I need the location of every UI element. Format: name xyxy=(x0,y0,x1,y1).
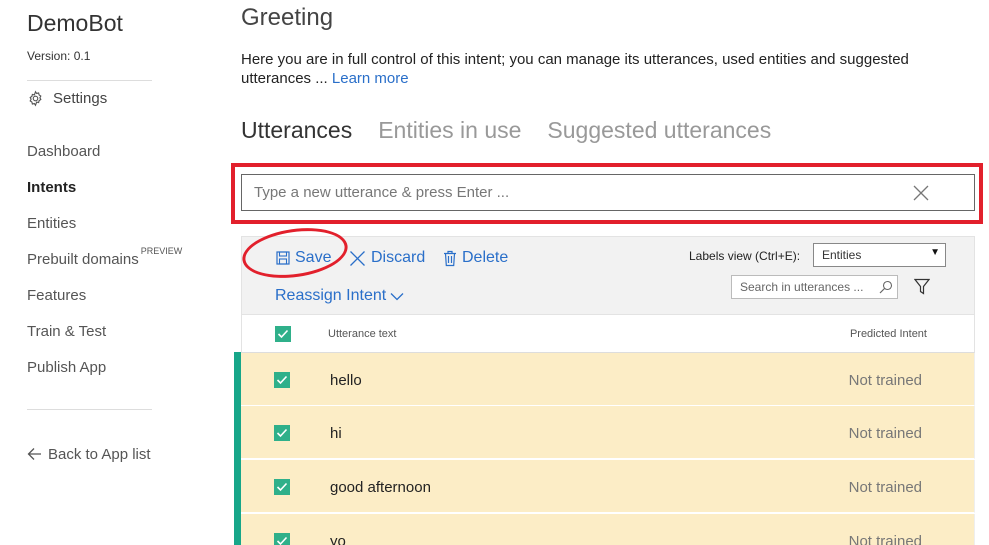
tab-suggested-utterances[interactable]: Suggested utterances xyxy=(547,117,771,144)
tab-entities-in-use[interactable]: Entities in use xyxy=(378,117,521,144)
row-checkbox[interactable] xyxy=(274,479,290,495)
intent-description: Here you are in full control of this int… xyxy=(241,50,941,88)
trash-icon xyxy=(444,250,456,266)
search-utterances-container xyxy=(731,275,898,299)
predicted-intent: Not trained xyxy=(848,372,922,389)
select-all-checkbox[interactable] xyxy=(275,326,291,342)
table-row[interactable]: hello Not trained xyxy=(241,353,975,406)
page-title: Greeting xyxy=(241,4,334,31)
utterance-input[interactable] xyxy=(242,175,902,210)
checkmark-icon xyxy=(277,329,289,339)
utterances-toolbar: Save Discard Delete Reassign Intent Labe… xyxy=(239,221,975,315)
nav-prebuilt-domains-label: Prebuilt domains xyxy=(27,251,139,268)
app-version: Version: 0.1 xyxy=(27,49,91,63)
save-icon xyxy=(276,251,290,265)
nav-publish-app[interactable]: Publish App xyxy=(27,359,106,376)
chevron-down-icon xyxy=(390,292,404,300)
table-row[interactable]: yo Not trained xyxy=(241,514,975,545)
gear-icon xyxy=(29,90,42,107)
row-checkbox[interactable] xyxy=(274,425,290,441)
discard-label: Discard xyxy=(371,249,426,266)
row-checkbox[interactable] xyxy=(274,372,290,388)
sidebar-divider xyxy=(27,80,152,81)
search-input[interactable] xyxy=(732,276,872,298)
settings-link[interactable]: Settings xyxy=(27,90,107,107)
search-icon[interactable] xyxy=(879,280,893,294)
save-button[interactable]: Save xyxy=(276,249,331,267)
preview-badge: PREVIEW xyxy=(140,246,183,256)
learn-more-link[interactable]: Learn more xyxy=(332,70,409,87)
utterance-text: yo xyxy=(330,533,346,545)
reassign-intent-button[interactable]: Reassign Intent xyxy=(275,287,404,305)
table-header: Utterance text Predicted Intent xyxy=(241,315,975,353)
predicted-intent: Not trained xyxy=(848,425,922,442)
nav-dashboard[interactable]: Dashboard xyxy=(27,143,100,160)
nav-train-test[interactable]: Train & Test xyxy=(27,323,106,340)
checkmark-icon xyxy=(276,375,288,385)
table-row[interactable]: good afternoon Not trained xyxy=(241,460,975,513)
sidebar: DemoBot Version: 0.1 Settings Dashboard … xyxy=(0,0,182,545)
settings-label: Settings xyxy=(53,90,108,107)
labels-view-select[interactable]: Entities ▼ xyxy=(813,243,946,267)
back-to-app-list-link[interactable]: Back to App list xyxy=(27,445,158,464)
app-title: DemoBot xyxy=(27,10,123,36)
tab-utterances[interactable]: Utterances xyxy=(241,117,352,144)
close-icon xyxy=(350,250,365,266)
discard-button[interactable]: Discard xyxy=(349,249,425,267)
column-header-utterance-text: Utterance text xyxy=(328,328,397,340)
utterance-text: hello xyxy=(330,372,362,389)
selection-accent-bar xyxy=(234,352,241,545)
utterance-input-container xyxy=(241,174,975,211)
nav-intents[interactable]: Intents xyxy=(27,179,76,196)
checkmark-icon xyxy=(276,536,288,545)
dropdown-arrow-icon: ▼ xyxy=(930,247,940,258)
column-header-predicted-intent: Predicted Intent xyxy=(849,328,927,340)
nav-entities[interactable]: Entities xyxy=(27,215,76,232)
predicted-intent: Not trained xyxy=(848,479,922,496)
table-row[interactable]: hi Not trained xyxy=(241,406,975,459)
intent-tabs: Utterances Entities in use Suggested utt… xyxy=(241,117,771,144)
row-checkbox[interactable] xyxy=(274,533,290,545)
delete-label: Delete xyxy=(462,249,509,266)
nav-prebuilt-domains[interactable]: Prebuilt domains PREVIEW xyxy=(27,246,182,268)
save-label: Save xyxy=(295,249,332,266)
utterance-text: good afternoon xyxy=(330,479,431,496)
predicted-intent: Not trained xyxy=(848,533,922,545)
checkmark-icon xyxy=(276,482,288,492)
labels-view-value: Entities xyxy=(822,248,862,262)
back-to-app-list-label: Back to App list xyxy=(48,446,151,463)
delete-button[interactable]: Delete xyxy=(443,249,508,267)
close-icon[interactable] xyxy=(912,184,930,202)
filter-icon[interactable] xyxy=(914,278,930,295)
sidebar-divider xyxy=(27,409,152,410)
labels-view-label: Labels view (Ctrl+E): xyxy=(689,249,801,263)
reassign-intent-label: Reassign Intent xyxy=(275,287,387,304)
utterance-text: hi xyxy=(330,425,342,442)
nav-features[interactable]: Features xyxy=(27,287,86,304)
checkmark-icon xyxy=(276,428,288,438)
arrow-left-icon xyxy=(27,448,41,460)
